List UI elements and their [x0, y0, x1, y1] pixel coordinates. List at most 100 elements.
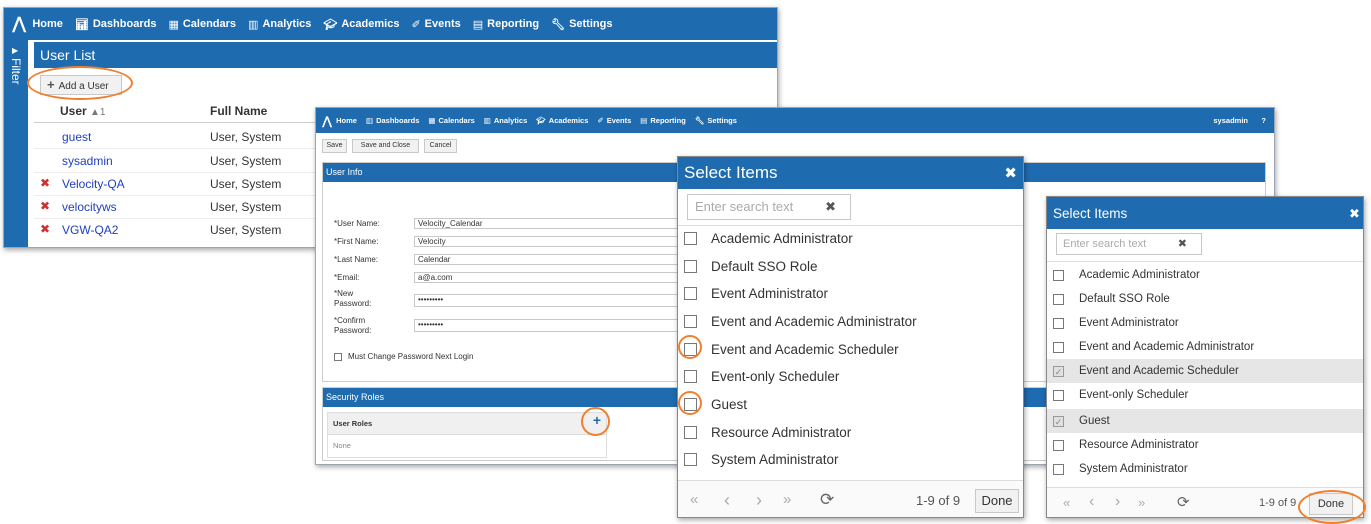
checkbox[interactable] [1053, 389, 1064, 401]
delete-icon[interactable]: ✖ [40, 199, 50, 213]
list-item[interactable]: Default SSO Role [1047, 287, 1363, 311]
checkbox[interactable] [1053, 317, 1064, 329]
checkmark-icon[interactable]: ✓ [1053, 365, 1064, 377]
nav-academics[interactable]: 🎓︎ Academics [323, 18, 399, 31]
list-item[interactable]: Academic Administrator [1047, 263, 1363, 287]
checkmark-icon[interactable]: ✓ [1053, 415, 1064, 427]
checkbox[interactable] [1053, 269, 1064, 281]
username-input[interactable]: Velocity_Calendar [414, 218, 684, 229]
close-icon[interactable]: ✖ [1349, 206, 1360, 222]
nav-analytics[interactable]: ▥ Analytics [484, 116, 527, 125]
close-icon[interactable]: ✖ [1004, 164, 1017, 182]
checkbox[interactable] [334, 352, 342, 361]
last-page-button[interactable]: » [1138, 495, 1145, 510]
checkbox[interactable] [684, 343, 697, 356]
list-item-selected[interactable]: ✓ Event and Academic Scheduler [1047, 359, 1363, 383]
nav-events[interactable]: ✐ Events [597, 116, 631, 125]
user-menu[interactable]: sysadmin [1213, 116, 1248, 125]
filter-sidebar[interactable]: ▶ Filter [4, 40, 28, 247]
delete-icon[interactable]: ✖ [40, 222, 50, 236]
user-link[interactable]: velocityws [62, 200, 117, 214]
checkbox[interactable] [684, 260, 697, 273]
checkbox[interactable] [1053, 439, 1064, 451]
next-page-button[interactable]: › [756, 490, 762, 511]
list-item[interactable]: Resource Administrator [1047, 433, 1363, 457]
user-link[interactable]: guest [62, 130, 91, 144]
list-item-selected[interactable]: ✓ Guest [1047, 409, 1363, 433]
last-page-button[interactable]: » [783, 491, 791, 508]
search-input[interactable]: Enter search text ✖ [1056, 233, 1202, 255]
list-item[interactable]: Event and Academic Administrator [684, 314, 917, 329]
nav-settings[interactable]: 🔧︎ Settings [695, 116, 737, 125]
nav-dashboards[interactable]: ▥ Dashboards [366, 116, 419, 125]
list-item[interactable]: Resource Administrator [684, 425, 851, 440]
nav-calendars[interactable]: ▦ Calendars [428, 116, 474, 125]
user-link[interactable]: Velocity-QA [62, 177, 125, 191]
checkbox[interactable] [1053, 463, 1064, 475]
first-page-button[interactable]: « [1063, 495, 1070, 510]
clear-search-icon[interactable]: ✖ [1178, 234, 1187, 254]
refresh-icon[interactable]: ⟳ [1177, 493, 1190, 511]
nav-home[interactable]: Home [32, 18, 63, 30]
nav-calendars[interactable]: ▦ Calendars [168, 18, 236, 31]
confirm-password-input[interactable]: ••••••••• [414, 319, 684, 332]
done-button[interactable]: Done [1309, 493, 1353, 515]
column-header-user[interactable]: User ▲1 [60, 104, 106, 118]
cancel-button[interactable]: Cancel [424, 139, 457, 153]
search-input[interactable]: Enter search text ✖ [687, 194, 851, 220]
list-item[interactable]: Event and Academic Administrator [1047, 335, 1363, 359]
add-role-button[interactable]: + [590, 413, 604, 427]
checkbox[interactable] [684, 287, 697, 300]
prev-page-button[interactable]: ‹ [1089, 493, 1094, 511]
column-header-full-name[interactable]: Full Name [210, 104, 267, 118]
list-item[interactable]: Event-only Scheduler [684, 369, 839, 384]
user-link[interactable]: VGW-QA2 [62, 223, 118, 237]
list-item[interactable]: Default SSO Role [684, 259, 818, 274]
list-item[interactable]: System Administrator [684, 452, 839, 467]
checkbox[interactable] [684, 370, 697, 383]
help-icon[interactable]: ? [1261, 116, 1266, 125]
list-item[interactable]: Event Administrator [684, 286, 828, 301]
first-name-input[interactable]: Velocity [414, 236, 684, 247]
checkbox[interactable] [1053, 293, 1064, 305]
delete-icon[interactable]: ✖ [40, 176, 50, 190]
last-name-input[interactable]: Calendar [414, 254, 684, 265]
nav-events[interactable]: ✐ Events [411, 18, 460, 31]
list-item[interactable]: Event and Academic Scheduler [684, 342, 899, 357]
clear-search-icon[interactable]: ✖ [825, 195, 836, 219]
list-item[interactable]: Academic Administrator [684, 231, 853, 246]
email-input[interactable]: a@a.com [414, 272, 684, 283]
list-item[interactable]: Event-only Scheduler [1047, 383, 1363, 407]
list-item[interactable]: Guest [684, 397, 747, 412]
new-password-input[interactable]: ••••••••• [414, 294, 684, 307]
checkbox[interactable] [684, 426, 697, 439]
user-link[interactable]: sysadmin [62, 154, 113, 168]
checkbox[interactable] [684, 398, 697, 411]
done-button[interactable]: Done [975, 489, 1019, 513]
refresh-icon[interactable]: ⟳ [820, 490, 834, 510]
checkbox[interactable] [684, 232, 697, 245]
save-button[interactable]: Save [322, 139, 347, 153]
next-page-button[interactable]: › [1115, 493, 1120, 511]
velocity-logo-icon[interactable]: ⋀ [12, 14, 26, 34]
save-and-close-button[interactable]: Save and Close [352, 139, 419, 153]
nav-home[interactable]: Home [336, 116, 357, 125]
nav-academics[interactable]: 🎓︎ Academics [536, 116, 588, 125]
must-change-password-checkbox[interactable]: Must Change Password Next Login [334, 352, 473, 361]
list-item[interactable]: Event Administrator [1047, 311, 1363, 335]
checkbox[interactable] [684, 315, 697, 328]
nav-reporting[interactable]: ▤ Reporting [640, 116, 686, 125]
add-user-button[interactable]: + Add a User [40, 75, 122, 95]
bar-chart-icon: 📊︎ [74, 18, 89, 31]
nav-settings[interactable]: 🔧︎ Settings [551, 18, 612, 31]
expand-arrow-icon[interactable]: ▶ [12, 46, 18, 55]
nav-analytics[interactable]: ▥ Analytics [248, 18, 311, 31]
velocity-logo-icon[interactable]: ⋀ [322, 114, 332, 128]
first-page-button[interactable]: « [690, 491, 698, 508]
nav-dashboards[interactable]: 📊︎ Dashboards [75, 18, 157, 31]
checkbox[interactable] [684, 453, 697, 466]
nav-reporting[interactable]: ▤ Reporting [473, 18, 539, 31]
prev-page-button[interactable]: ‹ [724, 490, 730, 511]
checkbox[interactable] [1053, 341, 1064, 353]
list-item[interactable]: System Administrator [1047, 457, 1363, 481]
